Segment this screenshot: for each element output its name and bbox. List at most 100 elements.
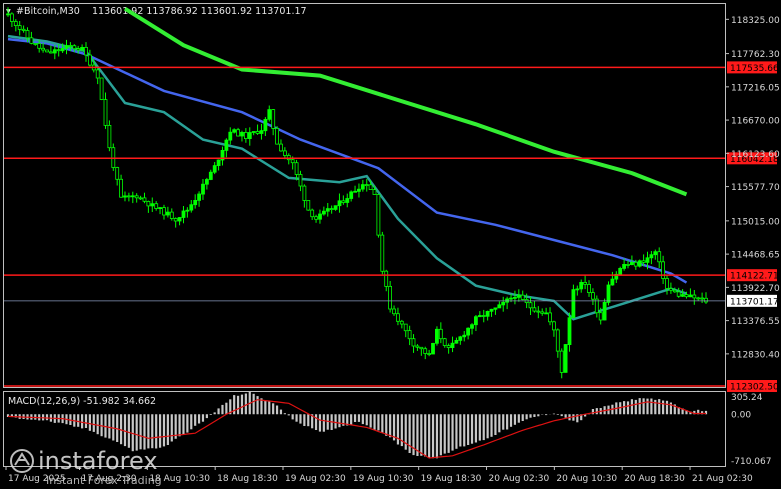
candle-body: [72, 45, 77, 50]
candle-body: [392, 308, 396, 315]
candle-body: [115, 167, 120, 180]
candle-body: [310, 209, 315, 218]
candle-body: [606, 284, 611, 303]
candle-body: [591, 292, 595, 300]
candle-body: [259, 130, 264, 134]
candle-body: [403, 323, 408, 332]
candle-body: [466, 327, 471, 336]
candle-body: [520, 294, 525, 300]
candle-body: [458, 336, 463, 341]
candle-body: [583, 281, 587, 285]
y-tick-label: 113376.55: [731, 317, 780, 327]
y-tick-label: 115015.00: [731, 217, 780, 227]
candle-body: [333, 205, 338, 210]
y-tick-label: 116670.00: [731, 117, 780, 127]
candle-body: [438, 328, 443, 340]
candle-body: [193, 199, 198, 206]
candle-body: [559, 350, 564, 373]
candle-body: [282, 150, 287, 156]
candle-body: [462, 334, 467, 338]
candle-body: [399, 320, 404, 325]
candle-body: [60, 47, 65, 52]
x-tick-label: 19 Aug 18:30: [421, 474, 482, 484]
candle-body: [236, 129, 241, 137]
candle-body: [119, 178, 123, 198]
x-tick-label: 18 Aug 18:30: [217, 474, 278, 484]
candle-body: [127, 195, 131, 198]
x-tick-label: 19 Aug 10:30: [353, 474, 414, 484]
candle-body: [516, 294, 521, 298]
candle-body: [473, 316, 478, 326]
candle-body: [169, 211, 174, 219]
candle-body: [454, 339, 459, 344]
y-tick-label: 112830.40: [731, 350, 780, 360]
candle-body: [134, 195, 139, 199]
candle-body: [314, 216, 319, 220]
candle-body: [645, 257, 650, 263]
candle-body: [364, 184, 369, 187]
candle-body: [485, 310, 490, 317]
candle-body: [165, 211, 170, 216]
x-tick-label: 20 Aug 02:30: [489, 474, 550, 484]
candle-body: [255, 131, 260, 134]
candle-body: [360, 184, 365, 190]
chart-symbol: #Bitcoin,M30: [16, 6, 80, 17]
candle-body: [446, 345, 451, 349]
candle-body: [493, 307, 498, 310]
candle-body: [271, 109, 276, 129]
candle-body: [368, 184, 373, 191]
candle-body: [349, 191, 354, 199]
candle-body: [154, 203, 159, 209]
candle-body: [610, 278, 615, 286]
candle-body: [29, 37, 34, 44]
candle-body: [602, 301, 607, 321]
candle-body: [99, 77, 104, 100]
candle-body: [107, 125, 112, 149]
candle-body: [41, 47, 45, 51]
candle-body: [88, 54, 92, 66]
candle-body: [704, 297, 708, 303]
candle-body: [76, 48, 81, 51]
candle-body: [341, 200, 346, 203]
candle-body: [653, 251, 658, 256]
candle-body: [696, 297, 701, 300]
candle-body: [571, 289, 576, 319]
candle-body: [181, 210, 186, 218]
candle-body: [481, 315, 486, 317]
trading-chart[interactable]: ▾ #Bitcoin,M30 113601.92 113786.92 11360…: [0, 0, 781, 489]
candle-body: [103, 99, 108, 126]
logo-tagline: Instant Forex Trading: [46, 474, 162, 487]
candle-body: [567, 317, 572, 346]
candle-body: [64, 45, 69, 49]
candle-body: [150, 203, 155, 207]
candle-body: [688, 294, 693, 298]
candle-body: [6, 13, 10, 16]
candle-body: [669, 288, 673, 291]
current-price-label: 113701.17: [730, 297, 779, 307]
y-tick-label: 114468.65: [731, 251, 780, 261]
candle-body: [372, 189, 377, 195]
candle-body: [45, 49, 49, 53]
candle-body: [513, 296, 517, 299]
candle-body: [532, 307, 537, 312]
candle-body: [637, 260, 642, 267]
candle-body: [497, 304, 502, 309]
candle-body: [563, 344, 568, 373]
candle-body: [84, 47, 88, 56]
candle-body: [56, 49, 61, 52]
candle-body: [380, 234, 385, 272]
candle-body: [216, 159, 221, 166]
candle-body: [13, 21, 18, 26]
candle-body: [306, 200, 311, 211]
price-pane-frame: [3, 3, 726, 388]
candle-body: [21, 28, 26, 31]
candle-body: [544, 312, 548, 315]
candle-body: [9, 13, 14, 22]
candle-body: [138, 197, 143, 200]
candle-body: [395, 313, 400, 322]
candle-body: [548, 312, 552, 323]
candle-body: [431, 342, 435, 355]
candle-body: [626, 263, 630, 266]
candle-body: [173, 218, 178, 222]
candle-body: [622, 263, 626, 269]
